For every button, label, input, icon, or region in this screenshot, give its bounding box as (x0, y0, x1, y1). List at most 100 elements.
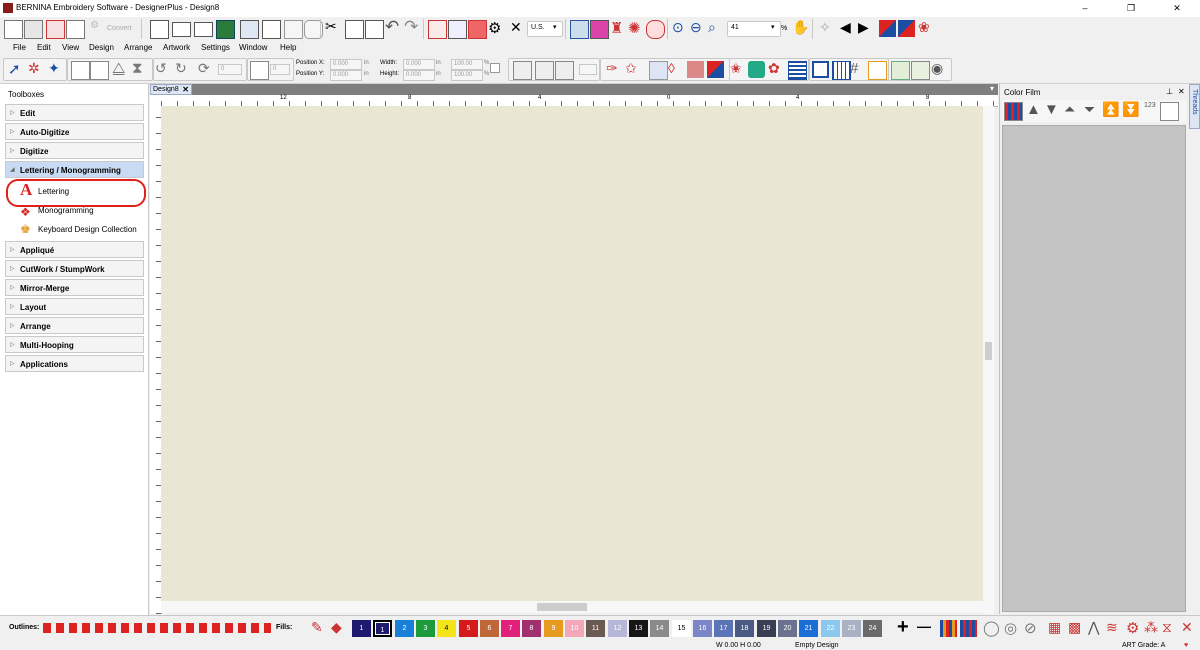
color-swatch-16[interactable]: 15 (672, 620, 691, 637)
paste-icon[interactable] (365, 20, 384, 39)
convert-icon[interactable]: ⚙ (90, 20, 107, 37)
cross-stitch-icon[interactable]: ≋ (1106, 619, 1123, 636)
previous-icon[interactable]: ◀ (840, 19, 857, 36)
stipple-icon[interactable]: ⁂ (1144, 619, 1161, 636)
add-color-button[interactable]: + (897, 616, 909, 639)
keyboard-design-collection-tool[interactable]: Keyboard Design Collection (38, 225, 137, 234)
menu-view[interactable]: View (62, 43, 79, 52)
align-value-input[interactable] (579, 64, 597, 75)
color-swatch-2[interactable]: 1 (373, 620, 392, 637)
magic-wand-icon[interactable]: ✲ (28, 60, 45, 77)
open-design-icon[interactable] (194, 22, 213, 37)
list-view-icon[interactable] (1160, 102, 1179, 121)
align-group-icon[interactable] (513, 61, 532, 80)
hoop-icon[interactable] (812, 61, 829, 78)
hash-grid-icon[interactable]: # (850, 60, 867, 77)
menu-design[interactable]: Design (89, 43, 114, 52)
move-last-icon[interactable]: ⏬ (1122, 101, 1139, 118)
hoop-view-icon[interactable] (570, 20, 589, 39)
color-swatch-17[interactable]: 16 (693, 620, 712, 637)
document-tab[interactable]: Design8 ✕ (150, 84, 192, 95)
zoom-icon[interactable]: ⌕ (708, 19, 725, 36)
write-card-icon[interactable] (284, 20, 303, 39)
eyedropper-icon[interactable]: ✎ (311, 619, 328, 636)
settings-gear-icon[interactable]: ⚙ (488, 19, 505, 37)
close-button[interactable]: ✕ (1154, 0, 1200, 17)
move-down-icon[interactable]: ⏷ (1084, 101, 1101, 118)
color-blend-icon[interactable] (707, 61, 724, 78)
view-playback-icon[interactable]: ◉ (931, 60, 948, 77)
menu-artwork[interactable]: Artwork (163, 43, 190, 52)
pattern-fill-icon[interactable] (687, 61, 704, 78)
toolbox-cutwork-stumpwork[interactable]: ▷ CutWork / StumpWork (5, 260, 144, 277)
branching-icon[interactable] (649, 61, 668, 80)
polygon-select-icon[interactable]: ✦ (48, 60, 65, 77)
redo-icon[interactable]: ↷ (404, 17, 421, 36)
toolbox-mirror-merge[interactable]: ▷ Mirror-Merge (5, 279, 144, 296)
color-swatch-6[interactable]: 5 (459, 620, 478, 637)
toolbox-arrange[interactable]: ▷ Arrange (5, 317, 144, 334)
design-canvas[interactable] (161, 106, 983, 601)
thread-chart-icon[interactable] (1004, 102, 1023, 121)
color-swatch-25[interactable]: 24 (863, 620, 882, 637)
position-x-input[interactable]: 0.000 (330, 59, 362, 70)
bobbin-icon[interactable]: ◯ (983, 619, 1000, 637)
tools-icon[interactable]: ✕ (510, 19, 527, 36)
rotate-right-45-icon[interactable]: ↻ (175, 60, 192, 77)
color-swatch-7[interactable]: 6 (480, 620, 499, 637)
scale-up-icon[interactable] (71, 61, 90, 80)
toolbox-digitize[interactable]: ▷ Digitize (5, 142, 144, 159)
tab-list-chevron-icon[interactable]: ▾ (990, 84, 994, 93)
print-icon[interactable] (240, 20, 259, 39)
mode-design-icon[interactable] (4, 20, 23, 39)
color-swatch-9[interactable]: 8 (522, 620, 541, 637)
color-swatch-10[interactable]: 9 (544, 620, 563, 637)
color-swatch-15[interactable]: 14 (650, 620, 669, 637)
select-travel-icon[interactable]: ✧ (819, 19, 836, 36)
threads-tab[interactable]: Threads (1189, 84, 1200, 129)
step-fill-icon[interactable]: ▩ (1068, 619, 1085, 636)
width-percent-input[interactable]: 100.00 (451, 59, 483, 70)
fill-bucket-icon[interactable]: ◆ (331, 619, 348, 636)
pan-hand-icon[interactable]: ✋ (792, 19, 809, 36)
measure-grid-icon[interactable] (868, 61, 887, 80)
scale-down-icon[interactable] (90, 61, 109, 80)
color-swatch-23[interactable]: 22 (821, 620, 840, 637)
zoom-select[interactable]: 41 ▾ (727, 21, 781, 37)
trapunto-icon[interactable]: ⧖ (1162, 619, 1179, 636)
undo-icon[interactable]: ↶ (385, 17, 402, 36)
color-swatch-14[interactable]: 13 (629, 620, 648, 637)
star-outline-icon[interactable]: ✩ (625, 60, 642, 77)
color-film-list[interactable] (1002, 125, 1186, 612)
menu-help[interactable]: Help (280, 43, 296, 52)
toolbox-auto-digitize[interactable]: ▷ Auto-Digitize (5, 123, 144, 140)
color-swatch-13[interactable]: 12 (608, 620, 627, 637)
background-icon[interactable] (891, 61, 910, 80)
rotate-left-45-icon[interactable]: ↺ (155, 60, 172, 77)
motif-gear-icon[interactable]: ⚙ (1126, 619, 1143, 637)
restore-button[interactable]: ❐ (1108, 0, 1154, 17)
color-swatch-8[interactable]: 7 (501, 620, 520, 637)
thread-palette-icon[interactable] (960, 620, 977, 637)
ungroup-icon[interactable] (535, 61, 554, 80)
menu-window[interactable]: Window (239, 43, 267, 52)
grid-fill-icon[interactable] (788, 61, 807, 80)
next-icon[interactable]: ▶ (858, 19, 875, 36)
color-swatch-5[interactable]: 4 (437, 620, 456, 637)
horizontal-scroll-thumb[interactable] (537, 603, 587, 611)
spool-icon[interactable]: ◎ (1004, 619, 1021, 637)
stamp-icon[interactable]: ♜ (610, 19, 627, 37)
color-swatch-3[interactable]: 2 (395, 620, 414, 637)
monogramming-tool[interactable]: Monogramming (38, 206, 94, 215)
color-swatch-21[interactable]: 20 (778, 620, 797, 637)
cut-icon[interactable]: ✂ (325, 18, 342, 35)
color-swatch-20[interactable]: 19 (757, 620, 776, 637)
height-input[interactable]: 0.000 (403, 70, 435, 81)
copy-icon[interactable] (345, 20, 364, 39)
toolbox-applications[interactable]: ▷ Applications (5, 355, 144, 372)
color-swatch-4[interactable]: 3 (416, 620, 435, 637)
zoom-out-icon[interactable]: ⊖ (690, 19, 707, 36)
mode-overview-icon[interactable] (66, 20, 85, 39)
outline-stitch-types[interactable] (43, 623, 271, 633)
toolbox-applique[interactable]: ▷ Appliqué (5, 241, 144, 258)
